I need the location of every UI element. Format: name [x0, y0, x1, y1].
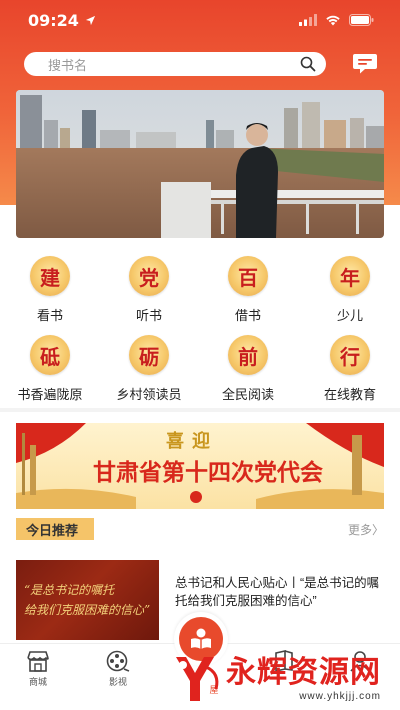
status-time: 09:24 [28, 10, 79, 30]
category-kids[interactable]: 年 少儿 [305, 256, 395, 324]
category-national-reading[interactable]: 前 全民阅读 [203, 335, 293, 403]
tab-label: 商城 [28, 677, 47, 687]
watermark-text: 永辉资源网 [226, 654, 381, 690]
category-label: 借书 [234, 308, 261, 323]
today-recommend-tag: 今日推荐 [16, 518, 95, 540]
shop-icon [27, 651, 49, 672]
category-label: 全民阅读 [221, 387, 274, 402]
seal-glyph: 砥 [40, 344, 60, 369]
battery-icon [349, 14, 374, 26]
seal-glyph: 年 [340, 265, 360, 290]
section-divider [0, 408, 400, 412]
seal-icon: 建 [30, 256, 70, 296]
reader-icon [191, 628, 211, 649]
watermark: 永辉资源网 www.yhkjjj.com [172, 650, 397, 708]
location-arrow-icon [85, 15, 96, 25]
seal-icon: 砥 [30, 335, 70, 375]
thumb-text-line: “是总书记的嘱托 [24, 583, 115, 597]
banner-photo [16, 90, 384, 238]
watermark-logo [176, 657, 219, 701]
search-icon[interactable] [300, 56, 316, 72]
wifi-icon [326, 15, 340, 26]
category-borrow-books[interactable]: 百 借书 [203, 256, 293, 324]
search-placeholder: 搜书名 [48, 57, 88, 73]
seal-glyph: 行 [340, 344, 360, 369]
recommend-header: 今日推荐 更多〉 [16, 518, 384, 540]
banner-carousel[interactable] [16, 90, 384, 238]
message-icon[interactable] [352, 53, 378, 75]
cellular-signal-icon [299, 14, 317, 26]
more-link[interactable]: 更多〉 [348, 521, 384, 538]
category-label: 听书 [135, 308, 162, 323]
status-time-group: 09:24 [28, 11, 96, 30]
seal-icon: 党 [129, 256, 169, 296]
search-row: 搜书名 [24, 51, 384, 77]
seal-icon: 行 [330, 335, 370, 375]
seal-glyph: 砺 [139, 344, 159, 369]
category-grid: 建 看书 党 听书 百 借书 年 少儿 砥 书香遍陇原 砺 乡村领读员 前 全民… [0, 256, 400, 403]
tab-label: 影视 [108, 677, 127, 687]
category-audio-books[interactable]: 党 听书 [104, 256, 194, 324]
watermark-url: www.yhkjjj.com [299, 690, 381, 702]
seal-glyph: 前 [238, 344, 258, 369]
status-indicators [299, 14, 374, 26]
category-label: 在线教育 [323, 387, 376, 402]
article-thumbnail: “是总书记的嘱托 给我们克服困难的信心” [16, 560, 159, 640]
category-village-readers[interactable]: 砺 乡村领读员 [104, 335, 194, 403]
search-input[interactable]: 搜书名 [24, 52, 326, 76]
seal-icon: 百 [228, 256, 268, 296]
promo-title-small: 喜迎 [166, 431, 218, 452]
category-online-education[interactable]: 行 在线教育 [305, 335, 395, 403]
category-label: 看书 [36, 308, 63, 323]
category-book-fragrance[interactable]: 砥 书香遍陇原 [5, 335, 95, 403]
tab-shop[interactable]: 商城 [8, 650, 68, 688]
category-label: 乡村领读员 [116, 387, 182, 402]
message-button[interactable] [350, 52, 380, 76]
promo-banner[interactable]: 喜迎 甘肃省第十四次党代会 [16, 423, 384, 509]
promo-title-large: 甘肃省第十四次党代会 [93, 460, 323, 486]
tab-film[interactable]: 影视 [88, 650, 148, 688]
seal-glyph: 百 [238, 265, 258, 290]
film-reel-icon [106, 650, 130, 672]
seal-glyph: 建 [40, 265, 60, 290]
watermark-text-group: 永辉资源网 www.yhkjjj.com [226, 654, 381, 702]
seal-icon: 前 [228, 335, 268, 375]
category-label: 少儿 [336, 308, 363, 323]
seal-icon: 年 [330, 256, 370, 296]
status-bar: 09:24 [0, 0, 400, 40]
category-label: 书香遍陇原 [17, 387, 83, 402]
seal-icon: 砺 [129, 335, 169, 375]
category-read-books[interactable]: 建 看书 [5, 256, 95, 324]
seal-glyph: 党 [139, 265, 159, 290]
thumb-text-line: 给我们克服困难的信心” [24, 603, 151, 617]
